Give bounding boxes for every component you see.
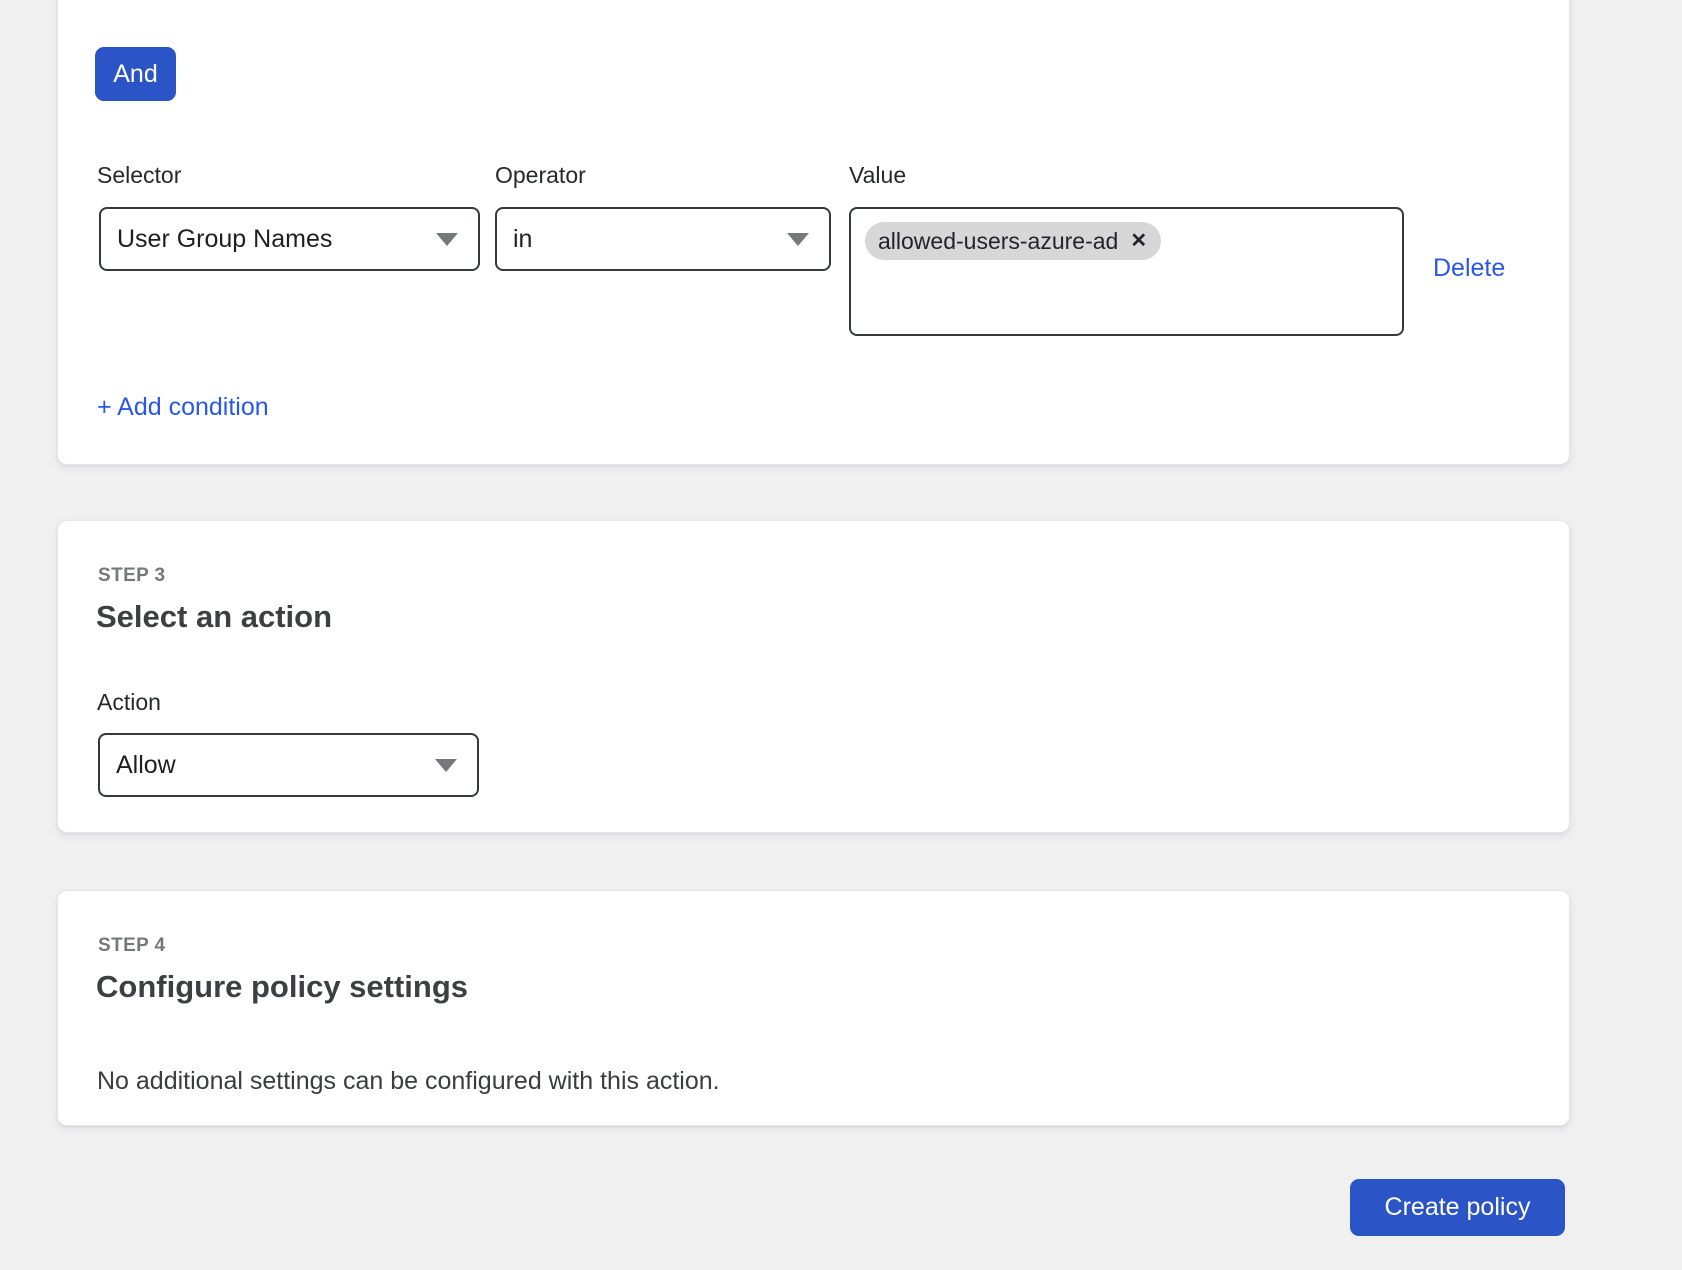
- policy-settings-card: STEP 4 Configure policy settings No addi…: [57, 890, 1570, 1126]
- chevron-down-icon: [436, 233, 458, 246]
- selector-label: Selector: [97, 162, 181, 189]
- operator-dropdown-value: in: [513, 225, 532, 254]
- step4-label: STEP 4: [98, 935, 166, 957]
- conditions-card: And Selector Operator Value User Group N…: [57, 0, 1570, 465]
- value-label: Value: [849, 162, 906, 189]
- add-condition-link[interactable]: + Add condition: [97, 393, 269, 422]
- action-dropdown-value: Allow: [116, 751, 176, 780]
- delete-condition-link[interactable]: Delete: [1433, 254, 1505, 283]
- create-policy-button[interactable]: Create policy: [1350, 1179, 1565, 1236]
- chevron-down-icon: [787, 233, 809, 246]
- chevron-down-icon: [435, 759, 457, 772]
- operator-dropdown[interactable]: in: [495, 207, 831, 271]
- remove-tag-icon[interactable]: ✕: [1130, 231, 1147, 251]
- step4-title: Configure policy settings: [96, 969, 468, 1005]
- and-connector-button[interactable]: And: [95, 47, 176, 101]
- value-tag: allowed-users-azure-ad ✕: [865, 222, 1161, 260]
- selector-dropdown[interactable]: User Group Names: [99, 207, 480, 271]
- step3-label: STEP 3: [98, 565, 166, 587]
- selector-dropdown-value: User Group Names: [117, 225, 332, 254]
- value-tag-text: allowed-users-azure-ad: [878, 228, 1118, 255]
- action-label: Action: [97, 689, 161, 716]
- value-multiselect-input[interactable]: allowed-users-azure-ad ✕: [849, 207, 1404, 336]
- action-dropdown[interactable]: Allow: [98, 733, 479, 797]
- policy-settings-description: No additional settings can be configured…: [97, 1067, 720, 1096]
- operator-label: Operator: [495, 162, 586, 189]
- step3-title: Select an action: [96, 599, 332, 635]
- select-action-card: STEP 3 Select an action Action Allow: [57, 520, 1570, 833]
